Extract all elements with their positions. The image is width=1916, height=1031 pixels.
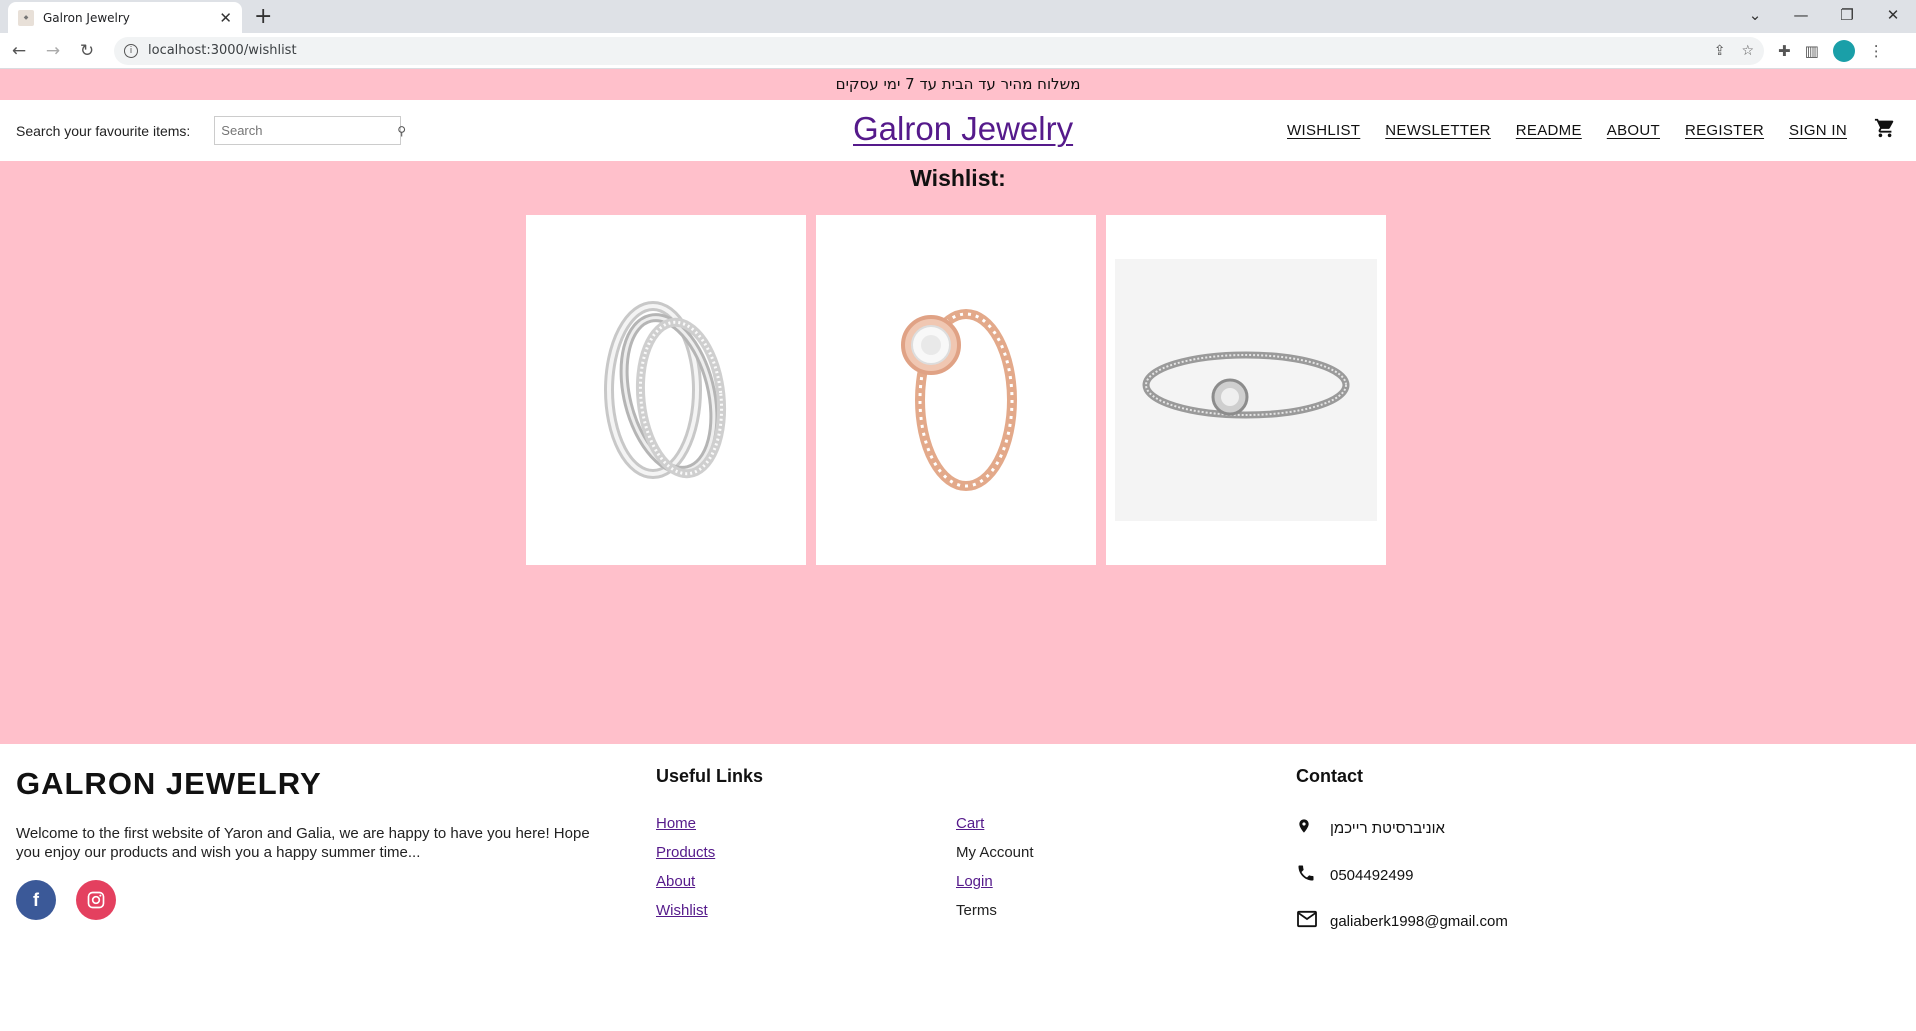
site-footer: GALRON JEWELRY Welcome to the first webs… — [0, 744, 1916, 1031]
contact-email: galiaberk1998@gmail.com — [1296, 910, 1508, 933]
footer-link-products[interactable]: Products — [656, 843, 715, 862]
site-header: Search your favourite items: ⚲ Galron Je… — [0, 100, 1916, 161]
footer-link-wishlist[interactable]: Wishlist — [656, 901, 715, 920]
useful-links-col1: Home Products About Wishlist — [656, 814, 715, 920]
browser-toolbar: ← → ↻ i localhost:3000/wishlist ⇪ ☆ ✚ ▥ … — [0, 33, 1916, 69]
nav-readme[interactable]: README — [1516, 122, 1582, 139]
promo-banner: משלוח מהיר עד הבית עד 7 ימי עסקים — [0, 69, 1916, 100]
footer-link-home[interactable]: Home — [656, 814, 715, 833]
reload-icon[interactable]: ↻ — [72, 41, 102, 61]
nav-newsletter[interactable]: NEWSLETTER — [1385, 122, 1491, 139]
profile-avatar[interactable] — [1832, 39, 1855, 62]
browser-tab[interactable]: ◆ Galron Jewelry ✕ — [8, 2, 242, 33]
search-field[interactable]: ⚲ — [214, 116, 406, 145]
window-controls: ⌄ — ❐ ✕ — [1732, 0, 1916, 30]
nav-wishlist[interactable]: WISHLIST — [1287, 122, 1360, 139]
wishlist-card[interactable] — [526, 215, 806, 565]
footer-link-about[interactable]: About — [656, 872, 715, 891]
contact-heading: Contact — [1296, 766, 1363, 786]
bookmark-star-icon[interactable]: ☆ — [1741, 43, 1754, 59]
share-icon[interactable]: ⇪ — [1714, 43, 1726, 59]
favicon-icon: ◆ — [18, 9, 34, 26]
close-window-button[interactable]: ✕ — [1870, 0, 1916, 30]
minimize-button[interactable]: — — [1778, 0, 1824, 30]
footer-link-terms[interactable]: Terms — [956, 901, 1034, 920]
social-links: f — [16, 880, 116, 920]
contact-address-text: אוניברסיטת רייכמן — [1330, 820, 1445, 837]
restore-button[interactable]: ❐ — [1824, 0, 1870, 30]
contact-address: אוניברסיטת רייכמן — [1296, 816, 1508, 841]
phone-icon — [1296, 863, 1330, 888]
new-tab-button[interactable]: + — [254, 4, 272, 29]
search-icon[interactable]: ⚲ — [397, 124, 406, 138]
contact-email-text: galiaberk1998@gmail.com — [1330, 913, 1508, 930]
mail-icon — [1296, 910, 1330, 933]
wishlist-card[interactable] — [816, 215, 1096, 565]
site-info-icon[interactable]: i — [124, 43, 138, 58]
url-text[interactable]: localhost:3000/wishlist — [148, 43, 1698, 58]
contact-phone-text: 0504492499 — [1330, 867, 1414, 884]
location-pin-icon — [1296, 816, 1330, 841]
tab-title: Galron Jewelry — [43, 10, 130, 25]
product-image-rose-gold-ring[interactable] — [881, 285, 1031, 495]
footer-description: Welcome to the first website of Yaron an… — [16, 825, 590, 861]
footer-link-my-account[interactable]: My Account — [956, 843, 1034, 862]
address-bar[interactable]: i localhost:3000/wishlist ⇪ ☆ — [114, 36, 1764, 65]
useful-links-col2: Cart My Account Login Terms — [956, 814, 1034, 920]
contact-list: אוניברסיטת רייכמן 0504492499 galiaberk19… — [1296, 816, 1508, 933]
cart-icon[interactable] — [1874, 117, 1896, 144]
browser-tabstrip: ◆ Galron Jewelry ✕ + ⌄ — ❐ ✕ — [0, 0, 1916, 33]
extensions-icon[interactable]: ✚ — [1778, 42, 1791, 60]
footer-brand: GALRON JEWELRY — [16, 766, 322, 801]
forward-icon[interactable]: → — [38, 41, 68, 61]
product-image-silver-bracelet[interactable] — [1115, 259, 1377, 521]
main-nav: WISHLIST NEWSLETTER README ABOUT REGISTE… — [1287, 100, 1896, 161]
wishlist-card[interactable] — [1106, 215, 1386, 565]
instagram-icon[interactable] — [76, 880, 116, 920]
page-title: Wishlist: — [910, 165, 1006, 191]
footer-link-cart[interactable]: Cart — [956, 814, 1034, 833]
wishlist-section: Wishlist: — [0, 161, 1916, 744]
search-label: Search your favourite items: — [16, 122, 191, 139]
search-input[interactable] — [221, 123, 398, 138]
facebook-icon[interactable]: f — [16, 880, 56, 920]
footer-link-login[interactable]: Login — [956, 872, 1034, 891]
nav-about[interactable]: ABOUT — [1607, 122, 1660, 139]
contact-phone: 0504492499 — [1296, 863, 1508, 888]
nav-register[interactable]: REGISTER — [1685, 122, 1764, 139]
promo-text: משלוח מהיר עד הבית עד 7 ימי עסקים — [835, 75, 1081, 93]
side-panel-icon[interactable]: ▥ — [1805, 42, 1819, 60]
nav-sign-in[interactable]: SIGN IN — [1789, 122, 1847, 139]
product-image-silver-ring[interactable] — [591, 290, 741, 490]
tab-search-icon[interactable]: ⌄ — [1732, 0, 1778, 30]
back-icon[interactable]: ← — [4, 41, 34, 61]
site-logo[interactable]: Galron Jewelry — [853, 110, 1073, 148]
useful-links-heading: Useful Links — [656, 766, 764, 786]
close-tab-icon[interactable]: ✕ — [219, 9, 232, 27]
wishlist-grid — [526, 215, 1386, 565]
menu-icon[interactable]: ⋮ — [1869, 42, 1884, 60]
